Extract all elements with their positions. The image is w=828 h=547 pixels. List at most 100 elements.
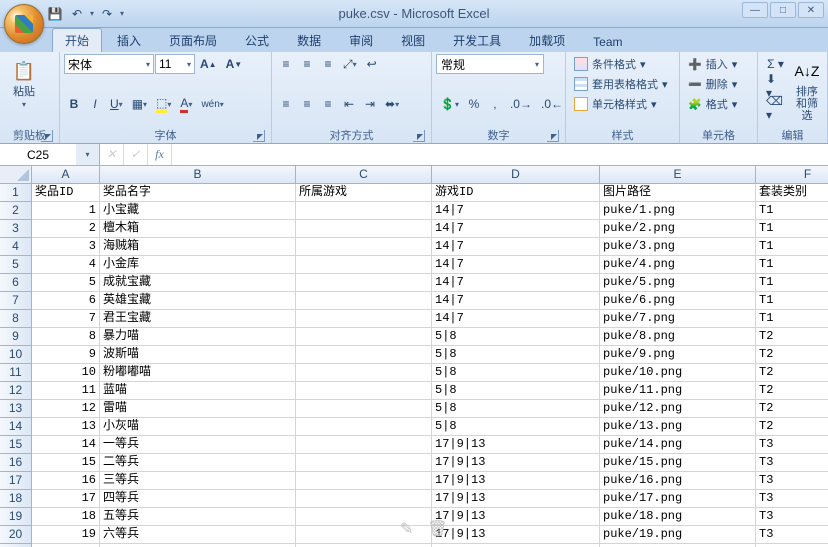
tab-视图[interactable]: 视图 — [388, 28, 438, 52]
fill-button[interactable]: ⬇ ▾ — [762, 76, 789, 96]
cell-F11[interactable]: T2 — [756, 364, 828, 382]
cell-F14[interactable]: T2 — [756, 418, 828, 436]
cell-E1[interactable]: 图片路径 — [600, 184, 756, 202]
cell-E7[interactable]: puke/6.png — [600, 292, 756, 310]
decrease-indent-button[interactable]: ⇤ — [339, 94, 359, 114]
cell-C2[interactable] — [296, 202, 432, 220]
cell-E5[interactable]: puke/4.png — [600, 256, 756, 274]
wrap-text-button[interactable]: ↩ — [362, 54, 382, 74]
cell-C13[interactable] — [296, 400, 432, 418]
orientation-button[interactable]: ⤢▾ — [339, 54, 361, 74]
align-center-button[interactable]: ≡ — [297, 94, 317, 114]
align-left-button[interactable]: ≡ — [276, 94, 296, 114]
fill-color-button[interactable]: ⬚▾ — [152, 94, 175, 114]
cell-A18[interactable]: 17 — [32, 490, 100, 508]
cell-B13[interactable]: 雷喵 — [100, 400, 296, 418]
tab-页面布局[interactable]: 页面布局 — [156, 28, 230, 52]
sort-filter-button[interactable]: A↓Z 排序和筛选 — [791, 54, 823, 126]
cell-E10[interactable]: puke/9.png — [600, 346, 756, 364]
cell-B7[interactable]: 英雄宝藏 — [100, 292, 296, 310]
column-header-D[interactable]: D — [432, 166, 600, 184]
underline-button[interactable]: U▾ — [106, 94, 127, 114]
cell-D14[interactable]: 5|8 — [432, 418, 600, 436]
cell-D10[interactable]: 5|8 — [432, 346, 600, 364]
cell-C6[interactable] — [296, 274, 432, 292]
cell-F3[interactable]: T1 — [756, 220, 828, 238]
cell-A12[interactable]: 11 — [32, 382, 100, 400]
row-header-17[interactable]: 17 — [0, 472, 32, 490]
cell-B10[interactable]: 波斯喵 — [100, 346, 296, 364]
cell-D1[interactable]: 游戏ID — [432, 184, 600, 202]
cell-A7[interactable]: 6 — [32, 292, 100, 310]
cell-A1[interactable]: 奖品ID — [32, 184, 100, 202]
phonetic-button[interactable]: wén▾ — [197, 94, 227, 114]
cell-F17[interactable]: T3 — [756, 472, 828, 490]
cell-B11[interactable]: 粉嘟嘟喵 — [100, 364, 296, 382]
increase-decimal-button[interactable]: .0→ — [506, 94, 536, 114]
cell-F1[interactable]: 套装类别 — [756, 184, 828, 202]
cell-A19[interactable]: 18 — [32, 508, 100, 526]
format-cells-button[interactable]: 🧩格式 ▾ — [684, 94, 741, 114]
row-header-5[interactable]: 5 — [0, 256, 32, 274]
cell-B15[interactable]: 一等兵 — [100, 436, 296, 454]
qat-customize[interactable]: ▾ — [120, 9, 124, 18]
cell-B1[interactable]: 奖品名字 — [100, 184, 296, 202]
cell-B18[interactable]: 四等兵 — [100, 490, 296, 508]
delete-cells-button[interactable]: ➖删除 ▾ — [684, 74, 741, 94]
row-header-12[interactable]: 12 — [0, 382, 32, 400]
tab-开始[interactable]: 开始 — [52, 28, 102, 52]
cell-F13[interactable]: T2 — [756, 400, 828, 418]
font-dialog-launcher[interactable] — [253, 130, 265, 142]
format-as-table-button[interactable]: 套用表格格式 ▾ — [570, 74, 672, 94]
row-header-6[interactable]: 6 — [0, 274, 32, 292]
insert-function-button[interactable]: fx — [148, 144, 172, 165]
row-header-19[interactable]: 19 — [0, 508, 32, 526]
cell-C18[interactable] — [296, 490, 432, 508]
cell-E14[interactable]: puke/13.png — [600, 418, 756, 436]
column-header-A[interactable]: A — [32, 166, 100, 184]
align-right-button[interactable]: ≡ — [318, 94, 338, 114]
autosum-button[interactable]: Σ ▾ — [762, 54, 789, 74]
cell-A17[interactable]: 16 — [32, 472, 100, 490]
cell-D19[interactable]: 17|9|13 — [432, 508, 600, 526]
paste-button[interactable]: 📋 粘贴 ▾ — [4, 54, 44, 113]
cell-A15[interactable]: 14 — [32, 436, 100, 454]
cell-F19[interactable]: T3 — [756, 508, 828, 526]
cell-A6[interactable]: 5 — [32, 274, 100, 292]
cell-E3[interactable]: puke/2.png — [600, 220, 756, 238]
cell-C3[interactable] — [296, 220, 432, 238]
increase-indent-button[interactable]: ⇥ — [360, 94, 380, 114]
tab-审阅[interactable]: 审阅 — [336, 28, 386, 52]
minimize-button[interactable]: — — [742, 2, 768, 18]
cell-B3[interactable]: 檀木箱 — [100, 220, 296, 238]
cell-C16[interactable] — [296, 454, 432, 472]
cell-D15[interactable]: 17|9|13 — [432, 436, 600, 454]
cell-E2[interactable]: puke/1.png — [600, 202, 756, 220]
tab-插入[interactable]: 插入 — [104, 28, 154, 52]
cell-D20[interactable]: 17|9|13 — [432, 526, 600, 544]
conditional-formatting-button[interactable]: 条件格式 ▾ — [570, 54, 650, 74]
column-header-E[interactable]: E — [600, 166, 756, 184]
cell-B9[interactable]: 暴力喵 — [100, 328, 296, 346]
cell-E4[interactable]: puke/3.png — [600, 238, 756, 256]
cell-D2[interactable]: 14|7 — [432, 202, 600, 220]
cell-A16[interactable]: 15 — [32, 454, 100, 472]
align-middle-button[interactable]: ≡ — [297, 54, 317, 74]
grow-font-button[interactable]: A▲ — [196, 54, 221, 74]
cell-B19[interactable]: 五等兵 — [100, 508, 296, 526]
tab-Team[interactable]: Team — [580, 31, 635, 52]
cell-B16[interactable]: 二等兵 — [100, 454, 296, 472]
name-box-dropdown[interactable]: ▾ — [76, 150, 99, 159]
cell-D16[interactable]: 17|9|13 — [432, 454, 600, 472]
cell-F12[interactable]: T2 — [756, 382, 828, 400]
row-header-14[interactable]: 14 — [0, 418, 32, 436]
cell-D11[interactable]: 5|8 — [432, 364, 600, 382]
cell-E13[interactable]: puke/12.png — [600, 400, 756, 418]
cell-D9[interactable]: 5|8 — [432, 328, 600, 346]
cell-F15[interactable]: T3 — [756, 436, 828, 454]
clear-button[interactable]: ⌫ ▾ — [762, 98, 789, 118]
cell-A5[interactable]: 4 — [32, 256, 100, 274]
row-header-2[interactable]: 2 — [0, 202, 32, 220]
cell-E12[interactable]: puke/11.png — [600, 382, 756, 400]
cell-B20[interactable]: 六等兵 — [100, 526, 296, 544]
